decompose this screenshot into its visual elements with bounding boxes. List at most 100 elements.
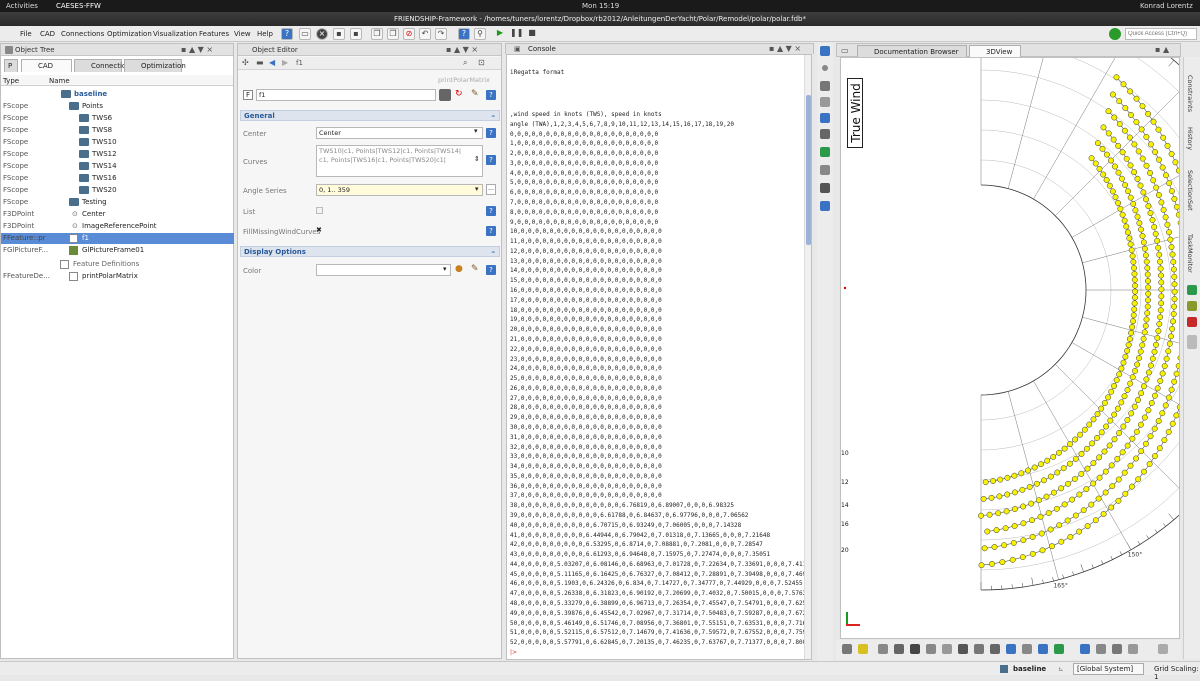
lock-icon[interactable]	[1054, 644, 1064, 654]
tab-history[interactable]: History	[1186, 127, 1194, 150]
lock-icon[interactable]: ⊡	[478, 58, 485, 67]
chevron-down-icon[interactable]: ▾	[443, 265, 447, 273]
center-field[interactable]: Center	[316, 127, 483, 139]
tree-row-imagereferencepoint[interactable]: F3DPoint⊙ImageReferencePoint	[1, 221, 234, 232]
menu-help[interactable]: Help	[257, 30, 273, 38]
scene-tool-icon[interactable]	[820, 201, 830, 211]
surface-tool-icon[interactable]	[820, 97, 830, 107]
pin-icon[interactable]: ✣	[242, 58, 249, 67]
curves-field[interactable]: TWS10|c1, Points|TWS12|c1, Points|TWS14|…	[316, 145, 483, 177]
angle-series-field[interactable]: 0, 1.. 359	[316, 184, 483, 196]
menu-connections[interactable]: Connections	[61, 30, 104, 38]
help-icon[interactable]: ?	[486, 90, 496, 100]
tab-constraints[interactable]: Constraints	[1186, 75, 1194, 112]
clip-icon[interactable]	[958, 644, 968, 654]
redo-icon[interactable]: ↷	[435, 28, 447, 40]
save-as-icon[interactable]: ▪	[350, 28, 362, 40]
run-icon[interactable]: ▶	[494, 28, 506, 40]
layer-icon[interactable]	[1080, 644, 1090, 654]
tree-row-center[interactable]: F3DPoint⊙Center	[1, 209, 234, 220]
general-section[interactable]: General–	[240, 110, 500, 121]
snap-icon[interactable]	[1096, 644, 1106, 654]
camera-tool-icon[interactable]	[820, 165, 830, 175]
tree-row-glpictureframe01[interactable]: FGlPictureF...GlPictureFrame01	[1, 245, 234, 256]
point-tool-icon[interactable]	[822, 65, 828, 71]
tree-row-tws14[interactable]: FScopeTWS14	[1, 161, 234, 172]
panel-controls-icon[interactable]: ▪ ▲ ▼ ×	[446, 45, 478, 54]
spin-icon[interactable]: ⇕	[474, 155, 480, 163]
tree-row-printpolarmatrix[interactable]: FFeatureDe...printPolarMatrix	[1, 271, 234, 282]
menu-features[interactable]: Features	[199, 30, 229, 38]
panel-controls-icon[interactable]: ▪ ▲ ▼ ×	[181, 45, 213, 54]
mesh-tool-icon[interactable]	[820, 147, 830, 157]
stop-icon[interactable]: ■	[526, 28, 538, 40]
edit-icon[interactable]: ✎	[471, 89, 479, 99]
menu-visualization[interactable]: Visualization	[153, 30, 197, 38]
pause-icon[interactable]: ❚❚	[510, 28, 522, 40]
help-icon[interactable]: ?	[486, 155, 496, 165]
grid-toggle-icon[interactable]	[1006, 644, 1016, 654]
debug-icon[interactable]: ⚲	[474, 28, 486, 40]
list-checkbox[interactable]	[316, 207, 323, 214]
help-icon[interactable]: ?	[486, 128, 496, 138]
tab-optimization[interactable]: Optimization	[124, 59, 182, 72]
clock[interactable]: Mon 15:19	[582, 2, 619, 10]
tree-row-tws12[interactable]: FScopeTWS12	[1, 149, 234, 160]
tab-taskmonitor[interactable]: TaskMonitor	[1186, 234, 1194, 273]
help-icon[interactable]: ?	[486, 226, 496, 236]
console-scroll-thumb[interactable]	[806, 95, 811, 245]
copy-icon[interactable]: ❐	[371, 28, 383, 40]
check-tool-icon[interactable]	[1187, 301, 1197, 311]
render-tool-icon[interactable]	[820, 183, 830, 193]
export-icon[interactable]	[1128, 644, 1138, 654]
coordinate-system-select[interactable]: [Global System]	[1073, 663, 1144, 675]
name-field[interactable]: f1	[256, 89, 436, 101]
scroll-tool-icon[interactable]	[1187, 335, 1197, 349]
menu-optimization[interactable]: Optimization	[107, 30, 152, 38]
tree-row-testing[interactable]: FScopeTesting	[1, 197, 234, 208]
info-icon[interactable]: ?	[458, 28, 470, 40]
activities-button[interactable]: Activities	[6, 2, 38, 10]
select-tool-icon[interactable]	[820, 113, 830, 123]
status-baseline[interactable]: baseline	[1013, 665, 1046, 673]
tree-row-f1[interactable]: FFeature::prf1	[1, 233, 234, 244]
solid-icon[interactable]	[926, 644, 936, 654]
save-icon[interactable]: ▪	[333, 28, 345, 40]
ellipsis-button[interactable]: …	[486, 184, 496, 195]
help-icon[interactable]: ?	[486, 265, 496, 275]
color-field[interactable]	[316, 264, 451, 276]
tree-row-points[interactable]: FScopePoints	[1, 101, 234, 112]
collapse-icon[interactable]: –	[492, 247, 496, 257]
tab-cad[interactable]: CAD	[21, 59, 72, 72]
close-icon[interactable]: ×	[316, 28, 328, 40]
3d-viewport[interactable]: 15°30°45°60°120°150°165°1012141620 True …	[840, 57, 1180, 639]
chevron-down-icon[interactable]: ▾	[474, 127, 478, 135]
help-icon[interactable]: ?	[281, 28, 293, 40]
help-icon[interactable]: ?	[486, 206, 496, 216]
tree-row-baseline[interactable]: baseline	[1, 89, 234, 100]
list-icon[interactable]: ▬	[256, 58, 264, 67]
console-scrollbar[interactable]	[804, 55, 811, 659]
fill-missing-checkbox[interactable]: ✖	[316, 226, 322, 234]
tab-selectionset[interactable]: SelectionSet	[1186, 170, 1194, 211]
tree-row-tws16[interactable]: FScopeTWS16	[1, 173, 234, 184]
zoom-icon[interactable]	[990, 644, 1000, 654]
search-icon[interactable]: ⌕	[463, 58, 467, 68]
measure-tool-icon[interactable]	[820, 129, 830, 139]
search-icon[interactable]	[1158, 644, 1168, 654]
col-type[interactable]: Type	[3, 77, 19, 85]
tree-row-tws20[interactable]: FScopeTWS20	[1, 185, 234, 196]
tab-connections[interactable]: Connections	[74, 59, 122, 72]
chevron-down-icon[interactable]: ▾	[475, 185, 479, 193]
window-list-icon[interactable]: ▭	[841, 46, 849, 55]
pen-icon[interactable]	[894, 644, 904, 654]
eye-icon[interactable]	[439, 89, 451, 101]
collapse-icon[interactable]: –	[492, 111, 496, 121]
console-output[interactable]: iRegatta format,wind speed in knots (TWS…	[506, 54, 812, 660]
view-icon[interactable]	[820, 46, 830, 56]
red-tool-icon[interactable]	[1187, 317, 1197, 327]
menu-file[interactable]: File	[20, 30, 32, 38]
grid-icon[interactable]	[1112, 644, 1122, 654]
tree-row-tws8[interactable]: FScopeTWS8	[1, 125, 234, 136]
col-name[interactable]: Name	[49, 77, 70, 85]
